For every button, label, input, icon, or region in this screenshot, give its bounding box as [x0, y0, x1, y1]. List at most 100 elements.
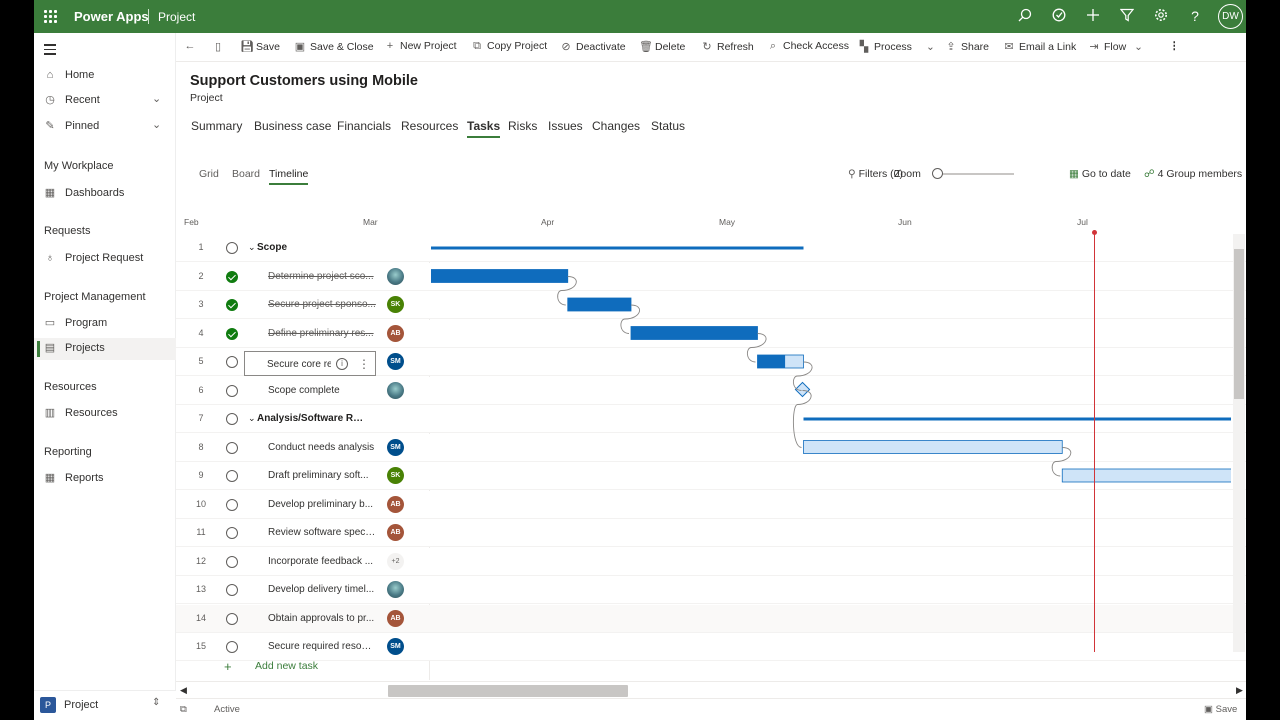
- table-row[interactable]: 4 Define preliminary res... AB: [176, 319, 430, 348]
- table-row[interactable]: 2 Determine project sco...: [176, 262, 430, 291]
- vertical-scroll-thumb[interactable]: [1234, 249, 1244, 399]
- vertical-scrollbar[interactable]: [1233, 234, 1245, 652]
- incomplete-circle-icon[interactable]: [226, 441, 238, 454]
- sidebar-item-project-request[interactable]: ♁ Project Request: [34, 248, 176, 270]
- sidebar-item-reports[interactable]: ▦ Reports: [34, 468, 176, 490]
- table-row[interactable]: 1 ⌄ Scope: [176, 234, 430, 262]
- info-icon[interactable]: i: [336, 358, 348, 370]
- more-commands-icon[interactable]: ⋮: [1169, 40, 1180, 56]
- tab-status[interactable]: Status: [651, 119, 685, 139]
- task-name[interactable]: Review software specif...: [268, 527, 376, 538]
- incomplete-circle-icon[interactable]: [226, 555, 238, 568]
- incomplete-circle-icon[interactable]: [226, 527, 238, 539]
- task-bar-progress[interactable]: [431, 269, 568, 283]
- sidebar-item-pinned[interactable]: ✎ Pinned ⌄: [34, 116, 176, 138]
- summary-bar[interactable]: [803, 417, 1232, 421]
- back-button[interactable]: ←: [184, 40, 200, 56]
- open-new-window-icon[interactable]: ⧉: [180, 704, 187, 715]
- assignee-avatar[interactable]: +2: [387, 552, 404, 570]
- flow-button[interactable]: ⇥ Flow ⌄: [1088, 40, 1143, 56]
- scroll-right-icon[interactable]: ▶: [1236, 685, 1243, 696]
- task-name[interactable]: Analysis/Software Req...: [257, 413, 365, 424]
- new-icon[interactable]: [1085, 8, 1101, 24]
- search-icon[interactable]: [1017, 8, 1033, 24]
- table-row[interactable]: 14 Obtain approvals to pr... AB: [176, 604, 430, 633]
- tab-financials[interactable]: Financials: [337, 119, 391, 139]
- task-name-editor[interactable]: Secure core resources i ⋮: [244, 351, 376, 376]
- task-bar[interactable]: [803, 440, 1063, 454]
- view-grid[interactable]: Grid: [199, 168, 219, 180]
- process-button[interactable]: ▚ Process ⌄: [858, 40, 935, 56]
- area-switcher[interactable]: P Project ⇕: [34, 690, 176, 720]
- tab-tasks[interactable]: Tasks: [467, 119, 501, 139]
- task-bar[interactable]: [1061, 468, 1231, 483]
- incomplete-circle-icon[interactable]: [226, 413, 238, 425]
- incomplete-circle-icon[interactable]: [226, 641, 238, 653]
- table-row[interactable]: 15 Secure required resour... SM: [176, 633, 430, 661]
- table-row[interactable]: 7 ⌄ Analysis/Software Req...: [176, 405, 430, 433]
- task-bar-progress[interactable]: [631, 326, 758, 340]
- task-name[interactable]: Draft preliminary soft...: [268, 470, 376, 481]
- hamburger-menu-icon[interactable]: [44, 44, 56, 55]
- table-row[interactable]: 8 Conduct needs analysis SM: [176, 433, 430, 462]
- save-button[interactable]: 💾︎ Save: [240, 40, 280, 56]
- assignee-avatar[interactable]: SK: [387, 296, 404, 313]
- collapse-chevron-icon[interactable]: ⌄: [248, 413, 256, 424]
- app-launcher-icon[interactable]: [44, 10, 58, 24]
- task-bar-progress[interactable]: [757, 355, 786, 368]
- user-avatar[interactable]: DW: [1218, 4, 1243, 29]
- save-close-button[interactable]: ▣ Save & Close: [294, 40, 374, 56]
- horizontal-scrollbar[interactable]: ◀ ▶: [176, 681, 1246, 699]
- email-link-button[interactable]: ✉ Email a Link: [1003, 40, 1076, 56]
- delete-button[interactable]: 🗑︎ Delete: [639, 40, 685, 56]
- task-name[interactable]: Conduct needs analysis: [268, 442, 376, 453]
- task-name[interactable]: Obtain approvals to pr...: [268, 613, 376, 624]
- go-to-date-button[interactable]: ▦ Go to date: [1069, 168, 1131, 180]
- task-name-input[interactable]: Secure core resources: [267, 359, 331, 370]
- task-name[interactable]: Define preliminary res...: [268, 328, 376, 339]
- sidebar-item-dashboards[interactable]: ▦ Dashboards: [34, 183, 176, 205]
- incomplete-circle-icon[interactable]: [226, 356, 238, 368]
- task-name[interactable]: Determine project sco...: [268, 271, 376, 282]
- table-row[interactable]: 12 Incorporate feedback ... +2: [176, 547, 430, 576]
- tab-business-case[interactable]: Business case: [254, 119, 331, 139]
- incomplete-circle-icon[interactable]: [226, 242, 238, 254]
- deactivate-button[interactable]: ⊘ Deactivate: [560, 40, 625, 56]
- refresh-button[interactable]: ↻ Refresh: [701, 40, 753, 56]
- task-name[interactable]: Develop delivery timel...: [268, 584, 376, 595]
- assignee-avatar[interactable]: [387, 267, 404, 285]
- task-name[interactable]: Incorporate feedback ...: [268, 556, 376, 567]
- view-board[interactable]: Board: [232, 168, 260, 180]
- statusbar-save-button[interactable]: ▣ Save: [1204, 704, 1237, 715]
- table-row[interactable]: 9 Draft preliminary soft... SK: [176, 462, 430, 490]
- task-name[interactable]: Scope complete: [268, 385, 376, 396]
- more-options-icon[interactable]: ⋮: [358, 357, 370, 371]
- assignee-avatar[interactable]: [387, 581, 404, 598]
- table-row[interactable]: 3 Secure project sponso... SK: [176, 291, 430, 319]
- table-row[interactable]: 13 Develop delivery timel...: [176, 576, 430, 604]
- summary-bar[interactable]: [431, 246, 804, 250]
- check-access-button[interactable]: ⌕ Check Access: [767, 40, 849, 56]
- task-name[interactable]: Secure required resour...: [268, 641, 376, 652]
- app-name[interactable]: Project: [158, 10, 195, 24]
- group-members-button[interactable]: ☍ 4 Group members: [1144, 168, 1242, 180]
- tab-summary[interactable]: Summary: [191, 119, 242, 139]
- brand-title[interactable]: Power Apps: [74, 9, 149, 24]
- filter-icon[interactable]: [1119, 8, 1135, 24]
- incomplete-circle-icon[interactable]: [226, 384, 238, 397]
- incomplete-circle-icon[interactable]: [226, 612, 238, 625]
- assignee-avatar[interactable]: AB: [387, 495, 404, 513]
- completed-check-icon[interactable]: [226, 270, 238, 283]
- table-row[interactable]: 10 Develop preliminary b... AB: [176, 490, 430, 519]
- collapse-chevron-icon[interactable]: ⌄: [248, 242, 256, 253]
- task-name[interactable]: Develop preliminary b...: [268, 499, 376, 510]
- assignee-avatar[interactable]: SM: [387, 353, 404, 370]
- copy-project-button[interactable]: ⧉ Copy Project: [471, 40, 547, 56]
- settings-gear-icon[interactable]: [1153, 8, 1169, 24]
- completed-check-icon[interactable]: [226, 299, 238, 311]
- incomplete-circle-icon[interactable]: [226, 498, 238, 511]
- incomplete-circle-icon[interactable]: [226, 584, 238, 596]
- assignee-avatar[interactable]: AB: [387, 609, 404, 627]
- task-name[interactable]: Scope: [257, 242, 365, 253]
- tab-resources[interactable]: Resources: [401, 119, 458, 139]
